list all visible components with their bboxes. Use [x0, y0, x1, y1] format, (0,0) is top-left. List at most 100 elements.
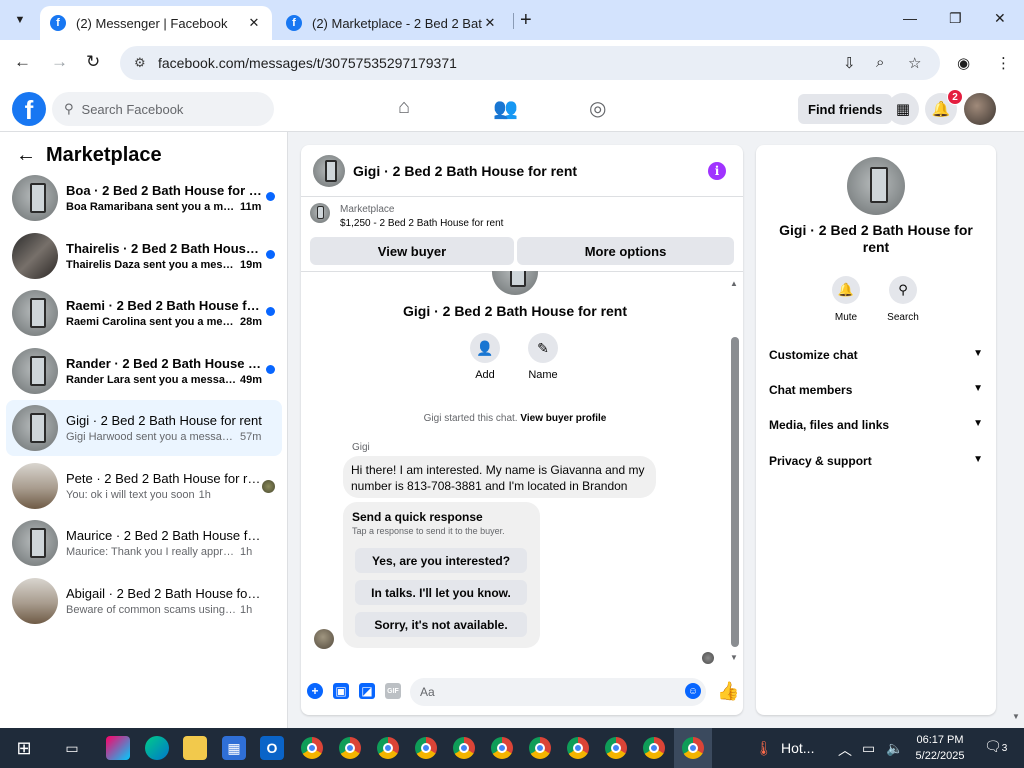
info-icon[interactable]: i [708, 162, 726, 180]
view-buyer-button[interactable]: View buyer [310, 237, 514, 265]
conversation-item[interactable]: Thairelis · 2 Bed 2 Bath House fo... Tha… [6, 228, 282, 284]
chrome-icon[interactable] [490, 736, 514, 760]
conversation-avatar [12, 290, 58, 336]
chat-scrollbar[interactable] [731, 337, 739, 647]
tab-search-menu-icon[interactable]: ▼ [8, 8, 32, 32]
section-chat-members[interactable]: Chat members ▼ [769, 383, 983, 397]
volume-icon[interactable]: 🔈 [886, 740, 903, 757]
conversation-item[interactable]: Boa · 2 Bed 2 Bath House for rent Boa Ra… [6, 170, 282, 226]
chat-title[interactable]: Gigi · 2 Bed 2 Bath House for rent [353, 163, 577, 179]
conversation-item[interactable]: Pete · 2 Bed 2 Bath House for rent You: … [6, 458, 282, 514]
clock-date: 5/22/2025 [915, 750, 965, 762]
quick-response-button[interactable]: In talks. I'll let you know. [355, 580, 527, 605]
message-input-box[interactable] [410, 678, 706, 706]
thermometer-icon[interactable]: 🌡 [752, 736, 776, 760]
back-arrow-icon[interactable]: ← [16, 144, 36, 167]
chrome-icon[interactable] [376, 736, 400, 760]
conversation-item[interactable]: Raemi · 2 Bed 2 Bath House for r... Raem… [6, 285, 282, 341]
conversation-title: Maurice · 2 Bed 2 Bath House for r... [66, 528, 264, 543]
add-label: Add [475, 369, 495, 381]
menu-grid-icon[interactable]: ▦ [887, 93, 919, 125]
chrome-icon[interactable] [604, 736, 628, 760]
notification-center-icon[interactable]: 🗨3 [984, 738, 1007, 755]
emoji-icon[interactable]: ☺ [685, 683, 701, 699]
conversation-item[interactable]: Maurice · 2 Bed 2 Bath House for r... Ma… [6, 515, 282, 571]
pencil-icon[interactable]: ✎ [528, 333, 558, 363]
chevron-down-icon: ▼ [973, 348, 983, 359]
gif-icon[interactable]: GIF [385, 683, 401, 699]
mute-action[interactable]: 🔔 Mute [821, 276, 871, 323]
conversation-snippet: Boa Ramaribana sent you a mess... [66, 201, 236, 213]
add-person-icon[interactable]: 👤 [470, 333, 500, 363]
conversation-item-selected[interactable]: Gigi · 2 Bed 2 Bath House for rent Gigi … [6, 400, 282, 456]
install-app-icon[interactable]: ⇩ [843, 54, 856, 72]
account-avatar[interactable] [964, 93, 996, 125]
new-tab-button[interactable]: + [520, 10, 532, 30]
message-input[interactable] [420, 685, 670, 699]
url-text: facebook.com/messages/t/3075753529717937… [158, 55, 457, 71]
chrome-icon[interactable] [528, 736, 552, 760]
back-icon[interactable]: ← [14, 52, 31, 72]
bookmark-star-icon[interactable]: ☆ [908, 54, 921, 72]
quick-response-button[interactable]: Yes, are you interested? [355, 548, 527, 573]
bell-icon[interactable]: 🔔 [832, 276, 860, 304]
name-action[interactable]: ✎ Name [513, 333, 573, 381]
chevron-down-icon: ▼ [973, 418, 983, 429]
taskbar-clock[interactable]: 06:17 PM 5/22/2025 [910, 732, 970, 764]
section-privacy-support[interactable]: Privacy & support ▼ [769, 454, 983, 468]
chrome-icon[interactable] [414, 736, 438, 760]
search-input[interactable] [81, 101, 252, 117]
conversation-avatar [12, 405, 58, 451]
show-hidden-icons[interactable]: ︿ [838, 740, 852, 760]
quick-response-button[interactable]: Sorry, it's not available. [355, 612, 527, 637]
tab-marketplace[interactable]: f (2) Marketplace - 2 Bed 2 Bath ✕ [276, 6, 508, 40]
section-label: Chat members [769, 383, 853, 397]
minimize-icon[interactable]: — [903, 10, 917, 26]
photo-icon[interactable]: ▣ [333, 683, 349, 699]
close-window-icon[interactable]: ✕ [994, 10, 1006, 27]
address-bar[interactable]: ⚙ facebook.com/messages/t/30757535297179… [120, 46, 940, 80]
facebook-search[interactable]: ⚲ [52, 92, 274, 126]
restore-icon[interactable]: ❐ [949, 10, 962, 27]
chat-avatar[interactable] [313, 154, 345, 187]
sticker-icon[interactable]: ◪ [359, 683, 375, 699]
reload-icon[interactable]: ↻ [86, 52, 100, 72]
thumbs-up-icon[interactable]: 👍 [717, 681, 739, 702]
view-buyer-profile-link[interactable]: View buyer profile [520, 413, 606, 424]
search-action[interactable]: ⚲ Search [878, 276, 928, 323]
page-scroll-down-icon[interactable]: ▼ [1012, 712, 1020, 721]
tab-messenger[interactable]: f (2) Messenger | Facebook ✕ [40, 6, 272, 40]
scroll-down-icon[interactable]: ▼ [730, 653, 738, 662]
search-icon[interactable]: ⚲ [889, 276, 917, 304]
weather-text[interactable]: Hot... [781, 740, 814, 756]
home-icon[interactable]: ⌂ [398, 96, 410, 119]
chrome-icon[interactable] [338, 736, 362, 760]
close-tab-icon[interactable]: ✕ [482, 15, 498, 31]
zoom-icon[interactable]: ⌕ [876, 54, 884, 71]
section-media-files[interactable]: Media, files and links ▼ [769, 418, 983, 432]
conversation-time: 1h [240, 604, 253, 616]
groups-icon[interactable]: ◎ [589, 96, 606, 121]
network-icon[interactable]: ▭ [862, 740, 875, 757]
add-action[interactable]: 👤 Add [455, 333, 515, 381]
site-info-icon[interactable]: ⚙ [134, 55, 150, 71]
listing-summary[interactable]: Marketplace $1,250 - 2 Bed 2 Bath House … [310, 203, 503, 231]
facebook-logo-icon[interactable]: f [12, 92, 46, 126]
find-friends-button[interactable]: Find friends [798, 94, 893, 124]
plus-icon[interactable]: + [307, 683, 323, 699]
conversation-item[interactable]: Abigail · 2 Bed 2 Bath House for re... B… [6, 573, 282, 629]
profile-icon[interactable]: ◉ [957, 54, 970, 72]
scroll-up-icon[interactable]: ▲ [730, 279, 738, 288]
conversation-item[interactable]: Rander · 2 Bed 2 Bath House for ... Rand… [6, 343, 282, 399]
chrome-icon[interactable] [566, 736, 590, 760]
friends-icon[interactable]: 👥 [493, 96, 518, 121]
more-options-button[interactable]: More options [517, 237, 734, 265]
chrome-icon[interactable] [452, 736, 476, 760]
chrome-icon[interactable] [681, 736, 705, 760]
close-tab-icon[interactable]: ✕ [246, 15, 262, 31]
browser-menu-icon[interactable]: ⋮ [996, 54, 1011, 72]
section-customize-chat[interactable]: Customize chat ▼ [769, 348, 983, 362]
chrome-icon[interactable] [642, 736, 666, 760]
chrome-icon[interactable] [300, 736, 324, 760]
forward-icon[interactable]: → [51, 52, 68, 72]
